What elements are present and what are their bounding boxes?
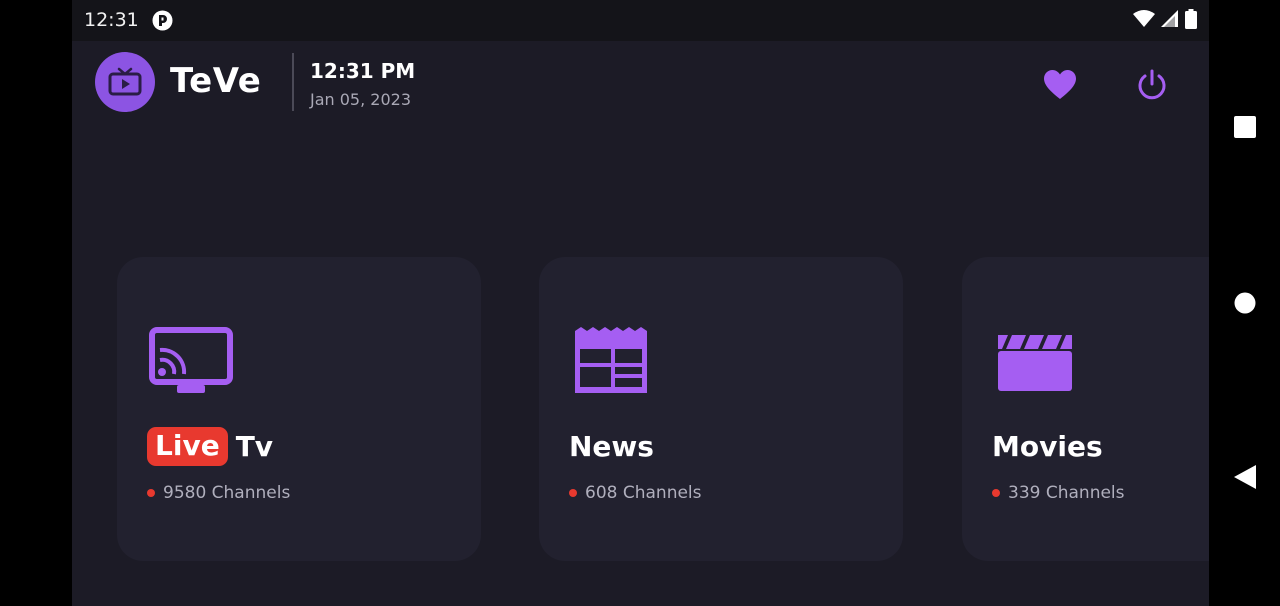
status-dot [147, 489, 155, 497]
card-title-text: Tv [235, 429, 274, 463]
header-divider [292, 53, 294, 111]
favorites-button[interactable] [1040, 65, 1080, 105]
app-notification-icon [152, 10, 173, 31]
battery-icon [1185, 9, 1197, 33]
recents-square-icon [1234, 116, 1256, 138]
wifi-icon [1133, 10, 1155, 32]
clock-date: Jan 05, 2023 [310, 90, 411, 109]
home-circle-icon [1234, 292, 1256, 314]
channel-count: 339 Channels [992, 483, 1125, 503]
cast-tv-icon [149, 327, 233, 399]
recents-button[interactable] [1232, 114, 1258, 140]
signal-icon [1161, 10, 1179, 32]
channel-count: 9580 Channels [147, 483, 290, 503]
home-button[interactable] [1232, 290, 1258, 316]
back-triangle-icon [1234, 465, 1256, 489]
channel-count: 608 Channels [569, 483, 702, 503]
tv-logo-icon [95, 52, 155, 112]
app-screen: 12:31 TeVe 12:31 PM Jan 05, 2023 Live Tv… [72, 0, 1209, 606]
app-name: TeVe [170, 61, 262, 101]
newspaper-icon [571, 327, 655, 399]
card-title: News [569, 424, 654, 468]
card-title-text: News [569, 429, 654, 463]
card-title: Movies [992, 424, 1103, 468]
app-header: TeVe 12:31 PM Jan 05, 2023 [72, 41, 1209, 131]
channel-count-text: 339 Channels [1008, 483, 1125, 503]
status-bar: 12:31 [72, 0, 1209, 41]
system-nav-bar [1209, 0, 1280, 606]
live-badge: Live [147, 426, 228, 466]
heart-icon [1044, 70, 1076, 99]
category-card-live-tv[interactable]: Live Tv 9580 Channels [117, 257, 481, 561]
clapperboard-icon [994, 327, 1078, 399]
power-button[interactable] [1132, 65, 1172, 105]
status-icons [1133, 9, 1197, 33]
power-icon [1138, 69, 1166, 100]
channel-count-text: 608 Channels [585, 483, 702, 503]
back-button[interactable] [1232, 464, 1258, 490]
category-card-movies[interactable]: Movies 339 Channels [962, 257, 1209, 561]
card-title: Live Tv [147, 424, 273, 468]
status-dot [992, 489, 1000, 497]
status-dot [569, 489, 577, 497]
channel-count-text: 9580 Channels [163, 483, 291, 503]
status-time: 12:31 [84, 9, 139, 31]
clock-time: 12:31 PM [310, 59, 416, 83]
category-card-news[interactable]: News 608 Channels [539, 257, 903, 561]
card-title-text: Movies [992, 429, 1103, 463]
